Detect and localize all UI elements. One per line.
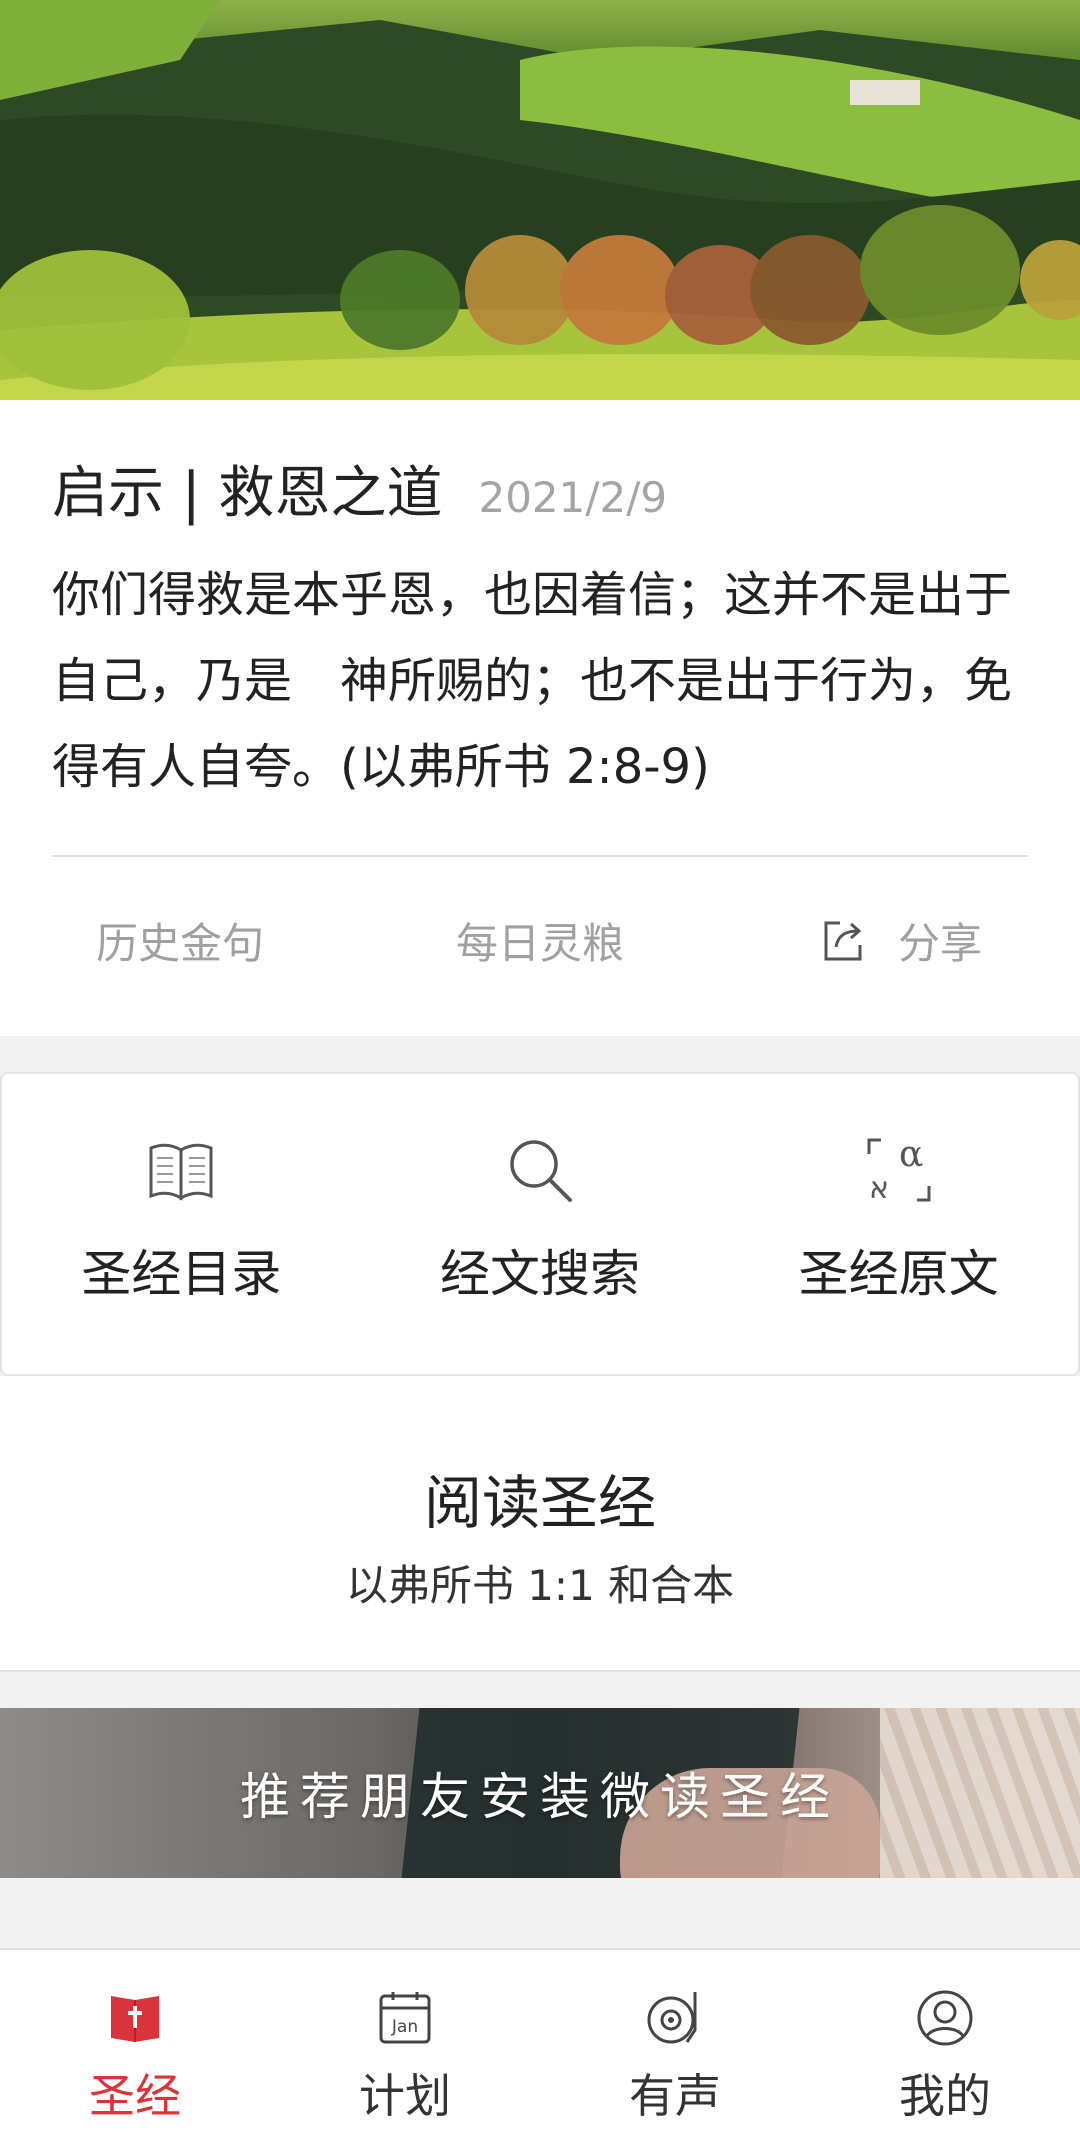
recommend-banner[interactable]: 推荐朋友安装微读圣经 bbox=[0, 1708, 1080, 1878]
nav-item-plan[interactable]: Jan 计划 bbox=[270, 1950, 540, 2142]
bottom-navigation: 圣经 Jan 计划 有声 我的 bbox=[0, 1948, 1080, 2142]
verse-header: 启示 | 救恩之道 2021/2/9 bbox=[52, 448, 667, 529]
bible-tools-panel: 圣经目录 经文搜索 α א 圣经原文 bbox=[0, 1072, 1080, 1376]
bible-contents-button[interactable]: 圣经目录 bbox=[2, 1074, 361, 1374]
profile-icon bbox=[917, 1990, 973, 2046]
nav-item-audio[interactable]: 有声 bbox=[540, 1950, 810, 2142]
daily-bread-button[interactable]: 每日灵粮 bbox=[360, 870, 720, 1010]
calendar-badge-text: Jan bbox=[391, 2017, 418, 2037]
verse-title: 启示 | 救恩之道 bbox=[52, 461, 443, 526]
divider bbox=[52, 855, 1028, 857]
hero-landscape-image bbox=[0, 0, 1080, 400]
calendar-icon: Jan bbox=[379, 1992, 431, 2044]
record-player-icon bbox=[647, 1992, 697, 2044]
daily-verse-card: 启示 | 救恩之道 2021/2/9 你们得救是本乎恩，也因着信；这并不是出于自… bbox=[0, 400, 1080, 1036]
read-bible-section[interactable]: 阅读圣经 以弗所书 1:1 和合本 bbox=[0, 1376, 1080, 1672]
nav-label-me: 我的 bbox=[899, 2069, 991, 2123]
history-verses-button[interactable]: 历史金句 bbox=[0, 870, 360, 1010]
banner-text: 推荐朋友安装微读圣经 bbox=[240, 1768, 840, 1826]
history-verses-label: 历史金句 bbox=[95, 918, 264, 968]
read-bible-reference: 以弗所书 1:1 和合本 bbox=[345, 1561, 735, 1610]
original-language-icon: α א bbox=[867, 1134, 931, 1206]
open-book-icon bbox=[149, 1143, 213, 1201]
nav-label-bible: 圣经 bbox=[89, 2069, 181, 2123]
read-bible-title: 阅读圣经 bbox=[423, 1469, 656, 1537]
verse-search-button[interactable]: 经文搜索 bbox=[361, 1074, 720, 1374]
verse-search-label: 经文搜索 bbox=[440, 1245, 640, 1303]
daily-bread-label: 每日灵粮 bbox=[455, 918, 624, 968]
share-icon bbox=[824, 921, 862, 961]
nav-label-audio: 有声 bbox=[629, 2069, 721, 2123]
bible-icon bbox=[111, 1996, 159, 2042]
search-icon bbox=[510, 1140, 572, 1202]
nav-item-me[interactable]: 我的 bbox=[810, 1950, 1080, 2142]
share-button[interactable]: 分享 bbox=[720, 870, 1080, 1010]
verse-actions: 历史金句 每日灵粮 分享 bbox=[0, 870, 1080, 1010]
nav-label-plan: 计划 bbox=[359, 2069, 451, 2123]
share-label: 分享 bbox=[897, 918, 982, 968]
svg-text:α: α bbox=[899, 1134, 923, 1175]
bible-contents-label: 圣经目录 bbox=[81, 1245, 282, 1303]
verse-date: 2021/2/9 bbox=[478, 473, 668, 522]
svg-text:א: א bbox=[869, 1171, 889, 1206]
original-text-button[interactable]: α א 圣经原文 bbox=[719, 1074, 1078, 1374]
original-text-label: 圣经原文 bbox=[798, 1245, 999, 1303]
nav-item-bible[interactable]: 圣经 bbox=[0, 1950, 270, 2142]
verse-text: 你们得救是本乎恩，也因着信；这并不是出于自己，乃是 神所赐的；也不是出于行为，免… bbox=[52, 567, 1013, 795]
